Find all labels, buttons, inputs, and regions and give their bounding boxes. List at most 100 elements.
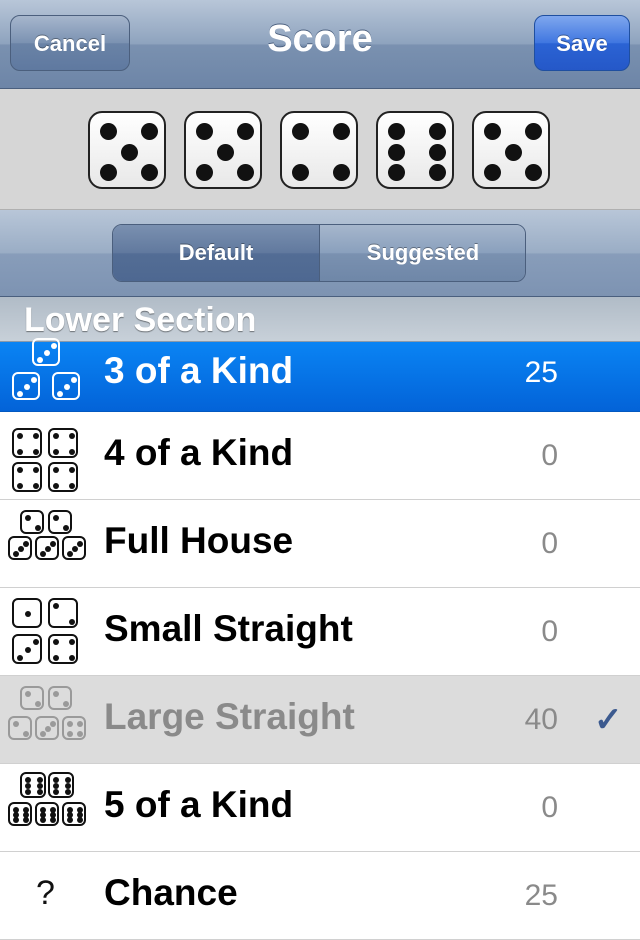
- die-pip: [237, 164, 254, 181]
- mini-die: [48, 510, 72, 534]
- segment-suggested[interactable]: Suggested: [320, 225, 525, 281]
- die-4[interactable]: [376, 111, 454, 189]
- mini-die-pip: [72, 546, 78, 552]
- mini-die: [48, 428, 78, 458]
- mini-die: [35, 802, 59, 826]
- mini-die: [48, 598, 78, 628]
- five-of-a-kind-icon: [8, 772, 86, 844]
- die-pip: [333, 123, 350, 140]
- mini-die-pip: [53, 433, 59, 439]
- row-score: 0: [541, 615, 558, 648]
- mini-die-pip: [65, 789, 71, 795]
- mini-die-pip: [69, 483, 75, 489]
- mini-die-pip: [67, 817, 73, 823]
- mini-die-pip: [77, 731, 83, 737]
- mini-die: [48, 772, 74, 798]
- mini-die-pip: [57, 391, 63, 397]
- mini-die-pip: [45, 726, 51, 732]
- die-1[interactable]: [88, 111, 166, 189]
- mini-die-pip: [23, 731, 29, 737]
- mini-die-pip: [25, 515, 31, 521]
- mini-die-pip: [53, 789, 59, 795]
- die-pip: [388, 123, 405, 140]
- die-2[interactable]: [184, 111, 262, 189]
- die-pip: [120, 143, 138, 161]
- mini-die-pip: [53, 483, 59, 489]
- mini-die: [48, 686, 72, 710]
- die-pip: [292, 123, 309, 140]
- mini-die-pip: [40, 817, 46, 823]
- small-straight-icon: [8, 596, 86, 668]
- mini-die-pip: [69, 449, 75, 455]
- mini-die: [8, 802, 32, 826]
- row-four-of-a-kind[interactable]: 4 of a Kind 0: [0, 412, 640, 500]
- die-pip: [237, 123, 254, 140]
- mini-die-pip: [33, 639, 39, 645]
- mini-die-pip: [33, 483, 39, 489]
- die-pip: [292, 164, 309, 181]
- mini-die-pip: [69, 619, 75, 625]
- segment-default[interactable]: Default: [113, 225, 320, 281]
- mini-die-pip: [53, 691, 59, 697]
- mini-die: [12, 634, 42, 664]
- row-chance[interactable]: ? Chance 25: [0, 852, 640, 940]
- large-straight-icon: [8, 684, 86, 756]
- mini-die: [35, 536, 59, 560]
- row-five-of-a-kind[interactable]: 5 of a Kind 0: [0, 764, 640, 852]
- mini-die-pip: [64, 384, 70, 390]
- mini-die-pip: [17, 449, 23, 455]
- mini-die: [12, 372, 40, 400]
- mini-die-pip: [25, 691, 31, 697]
- mini-die: [20, 686, 44, 710]
- mini-die-pip: [44, 350, 50, 356]
- mini-die-pip: [77, 817, 83, 823]
- save-button[interactable]: Save: [534, 15, 630, 71]
- die-pip: [429, 164, 446, 181]
- mini-die-pip: [67, 731, 73, 737]
- mini-die-pip: [13, 551, 19, 557]
- row-three-of-a-kind[interactable]: 3 of a Kind 25: [0, 338, 640, 412]
- mini-die-pip: [25, 611, 31, 617]
- die-pip: [196, 123, 213, 140]
- mini-die-pip: [53, 639, 59, 645]
- die-pip: [525, 123, 542, 140]
- row-large-straight[interactable]: Large Straight 40 ✓: [0, 676, 640, 764]
- mini-die-pip: [71, 377, 77, 383]
- mini-die-pip: [53, 603, 59, 609]
- mini-die-pip: [24, 384, 30, 390]
- die-3[interactable]: [280, 111, 358, 189]
- mini-die: [62, 716, 86, 740]
- mini-die-pip: [35, 701, 41, 707]
- row-small-straight[interactable]: Small Straight 0: [0, 588, 640, 676]
- mini-die: [48, 462, 78, 492]
- mini-die-pip: [17, 467, 23, 473]
- die-pip: [484, 123, 501, 140]
- mini-die-pip: [13, 817, 19, 823]
- die-5[interactable]: [472, 111, 550, 189]
- mini-die-pip: [50, 817, 56, 823]
- mini-die: [8, 716, 32, 740]
- mini-die: [52, 372, 80, 400]
- mini-die-pip: [69, 639, 75, 645]
- die-pip: [100, 164, 117, 181]
- row-score: 0: [541, 791, 558, 824]
- mini-die: [35, 716, 59, 740]
- mini-die-pip: [40, 551, 46, 557]
- mini-die-pip: [33, 467, 39, 473]
- mini-die-pip: [40, 731, 46, 737]
- die-pip: [141, 123, 158, 140]
- mini-die: [12, 598, 42, 628]
- die-pip: [388, 164, 405, 181]
- row-full-house[interactable]: Full House 0: [0, 500, 640, 588]
- row-score: 0: [541, 439, 558, 472]
- row-score: 25: [524, 879, 558, 912]
- row-score: 40: [524, 703, 558, 736]
- three-of-a-kind-icon: [8, 338, 86, 410]
- row-score: 25: [524, 356, 558, 389]
- mini-die: [32, 338, 60, 366]
- mini-die-pip: [18, 546, 24, 552]
- die-pip: [525, 164, 542, 181]
- row-score: 0: [541, 527, 558, 560]
- mini-die-pip: [25, 647, 31, 653]
- section-title: Lower Section: [24, 301, 257, 339]
